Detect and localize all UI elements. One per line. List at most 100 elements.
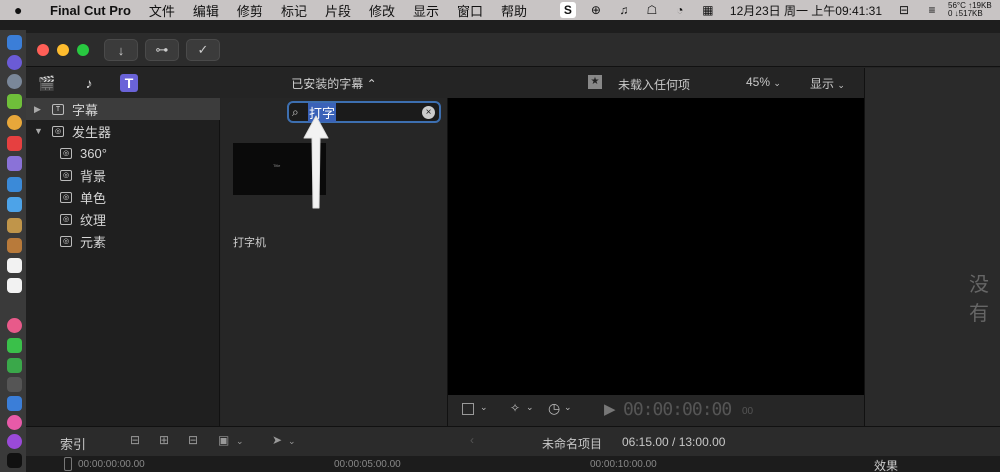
menu-file[interactable]: 文件 [149,1,175,20]
menu-view[interactable]: 显示 [413,1,439,20]
effects-label[interactable]: 效果 [874,457,898,472]
clapper-icon[interactable]: 🎬 [38,74,56,92]
viewer-canvas[interactable] [448,98,864,395]
append-icon[interactable]: ⊟ [130,433,140,447]
photos-icon[interactable] [7,318,22,333]
music-icon[interactable]: ♫ [616,2,632,18]
clear-search-icon[interactable]: × [422,106,435,119]
chevron-down-icon[interactable]: ⌄ [480,402,488,413]
app-purple-icon[interactable] [7,156,22,171]
back-arrow-icon[interactable]: ‹ [470,433,474,447]
retime-icon[interactable]: ◷ [548,400,560,417]
star-icon[interactable]: ★ [588,75,602,89]
connect-icon[interactable]: ⊟ [188,433,198,447]
close-button[interactable] [37,44,49,56]
keywords-button[interactable]: ⊶ [145,39,179,61]
thumbnail-text: Title [273,163,281,168]
chevron-down-icon[interactable]: ⌄ [564,402,572,413]
calendar-dock-icon[interactable] [7,258,22,273]
browser-title[interactable]: 已安装的字幕 ⌃ [291,75,376,92]
select-tool-icon[interactable]: ➤ [272,433,282,447]
play-icon[interactable]: ▶ [604,400,616,418]
library-header: 🎬 ♪ T [26,68,220,98]
generator-icon: ◎ [60,235,72,247]
chevron-down-icon[interactable]: ⌄ [288,436,296,447]
control-center-icon[interactable]: ≡ [924,2,940,18]
system-stats: 56°C ↑19KB 0 ↓517KB [948,2,1000,18]
background-tasks-button[interactable]: ✓ [186,39,220,61]
facetime-icon[interactable] [7,358,22,373]
sidebar-item-label: 发生器 [72,124,112,140]
music-photo-icon[interactable]: ♪ [80,74,98,92]
titles-generators-icon[interactable]: T [120,74,138,92]
sidebar-item-backgrounds[interactable]: ◎ 背景 [26,164,220,186]
title-bar: ↓ ⊶ ✓ [26,33,1000,67]
notification-icon[interactable]: ☖ [644,2,660,18]
apple-menu-icon[interactable]: ● [14,2,32,18]
display-menu[interactable]: 显示 ⌄ [810,75,845,92]
chevron-down-icon[interactable]: ⌄ [236,436,244,447]
keynote-icon[interactable] [7,396,22,411]
menu-trim[interactable]: 修剪 [237,1,263,20]
final-cut-icon[interactable] [7,377,22,392]
appletv-icon[interactable] [7,453,22,468]
itunes-icon[interactable] [7,415,22,430]
index-button[interactable]: 索引 [60,434,86,453]
sidebar-item-360[interactable]: ◎ 360° [26,142,220,164]
sidebar-item-titles[interactable]: ▶ T 字幕 [26,98,220,120]
playhead-icon[interactable] [64,457,72,471]
contacts-icon[interactable] [7,238,22,253]
project-name: 未命名项目 [542,437,603,451]
menu-edit[interactable]: 编辑 [193,1,219,20]
menu-window[interactable]: 窗口 [457,1,483,20]
import-button[interactable]: ↓ [104,39,138,61]
overwrite-icon[interactable]: ▣ [218,433,229,447]
sidebar-item-solids[interactable]: ◎ 单色 [26,186,220,208]
chevron-down-icon[interactable]: ⌄ [526,402,534,413]
sidebar-toggle-icon[interactable]: ⊟ [896,2,912,18]
enhance-icon[interactable]: ✧ [510,401,520,415]
app-menu[interactable]: Final Cut Pro [50,3,131,18]
finder-icon[interactable] [7,35,22,50]
app-red-icon[interactable] [7,136,22,151]
viewer-timecode-frames: 00 [742,406,754,417]
menu-help[interactable]: 帮助 [501,1,527,20]
podcasts-icon[interactable] [7,434,22,449]
android-icon[interactable] [7,94,22,109]
messages-icon[interactable] [7,338,22,353]
zoom-menu[interactable]: 45% ⌄ [746,75,781,89]
xcode-icon[interactable] [7,177,22,192]
transform-icon[interactable] [462,403,474,415]
insert-icon[interactable]: ⊞ [159,433,169,447]
speed-icon[interactable]: ◔ [672,2,688,18]
launchpad-icon[interactable] [7,74,22,89]
timeline-ruler[interactable]: 00:00:00:00.00 00:00:05:00.00 00:00:10:0… [26,456,1000,472]
notes-icon[interactable] [7,218,22,233]
key-icon: ⊶ [155,42,169,57]
generator-icon: ◎ [60,191,72,203]
zoom-button[interactable] [77,44,89,56]
ruler-mark: 00:00:00:00.00 [78,459,145,470]
browser-header[interactable]: 已安装的字幕 ⌃ [220,68,448,98]
globe-icon[interactable]: ⊕ [588,2,604,18]
sidebar-item-generators[interactable]: ▼ ◎ 发生器 [26,120,220,142]
sidebar-item-textures[interactable]: ◎ 纹理 [26,208,220,230]
reminders-icon[interactable] [7,278,22,293]
minimize-button[interactable] [57,44,69,56]
calendar-icon[interactable]: ▦ [700,2,716,18]
menu-mark[interactable]: 标记 [281,1,307,20]
download-icon: ↓ [117,42,125,58]
ruler-mark: 00:00:05:00.00 [334,459,401,470]
inspector-empty-text: 没有 [969,274,989,325]
menu-modify[interactable]: 修改 [369,1,395,20]
s-app-icon[interactable]: S [559,2,576,18]
mail-icon[interactable] [7,197,22,212]
siri-icon[interactable] [7,55,22,70]
title-name[interactable]: 打字机 [233,234,266,250]
menubar-clock[interactable]: 12月23日 周一 上午09:41:31 [730,2,882,19]
disclosure-right-icon[interactable]: ▶ [34,104,44,115]
menu-clip[interactable]: 片段 [325,1,351,20]
sidebar-item-elements[interactable]: ◎ 元素 [26,230,220,252]
chrome-icon[interactable] [7,115,22,130]
disclosure-down-icon[interactable]: ▼ [34,126,44,136]
